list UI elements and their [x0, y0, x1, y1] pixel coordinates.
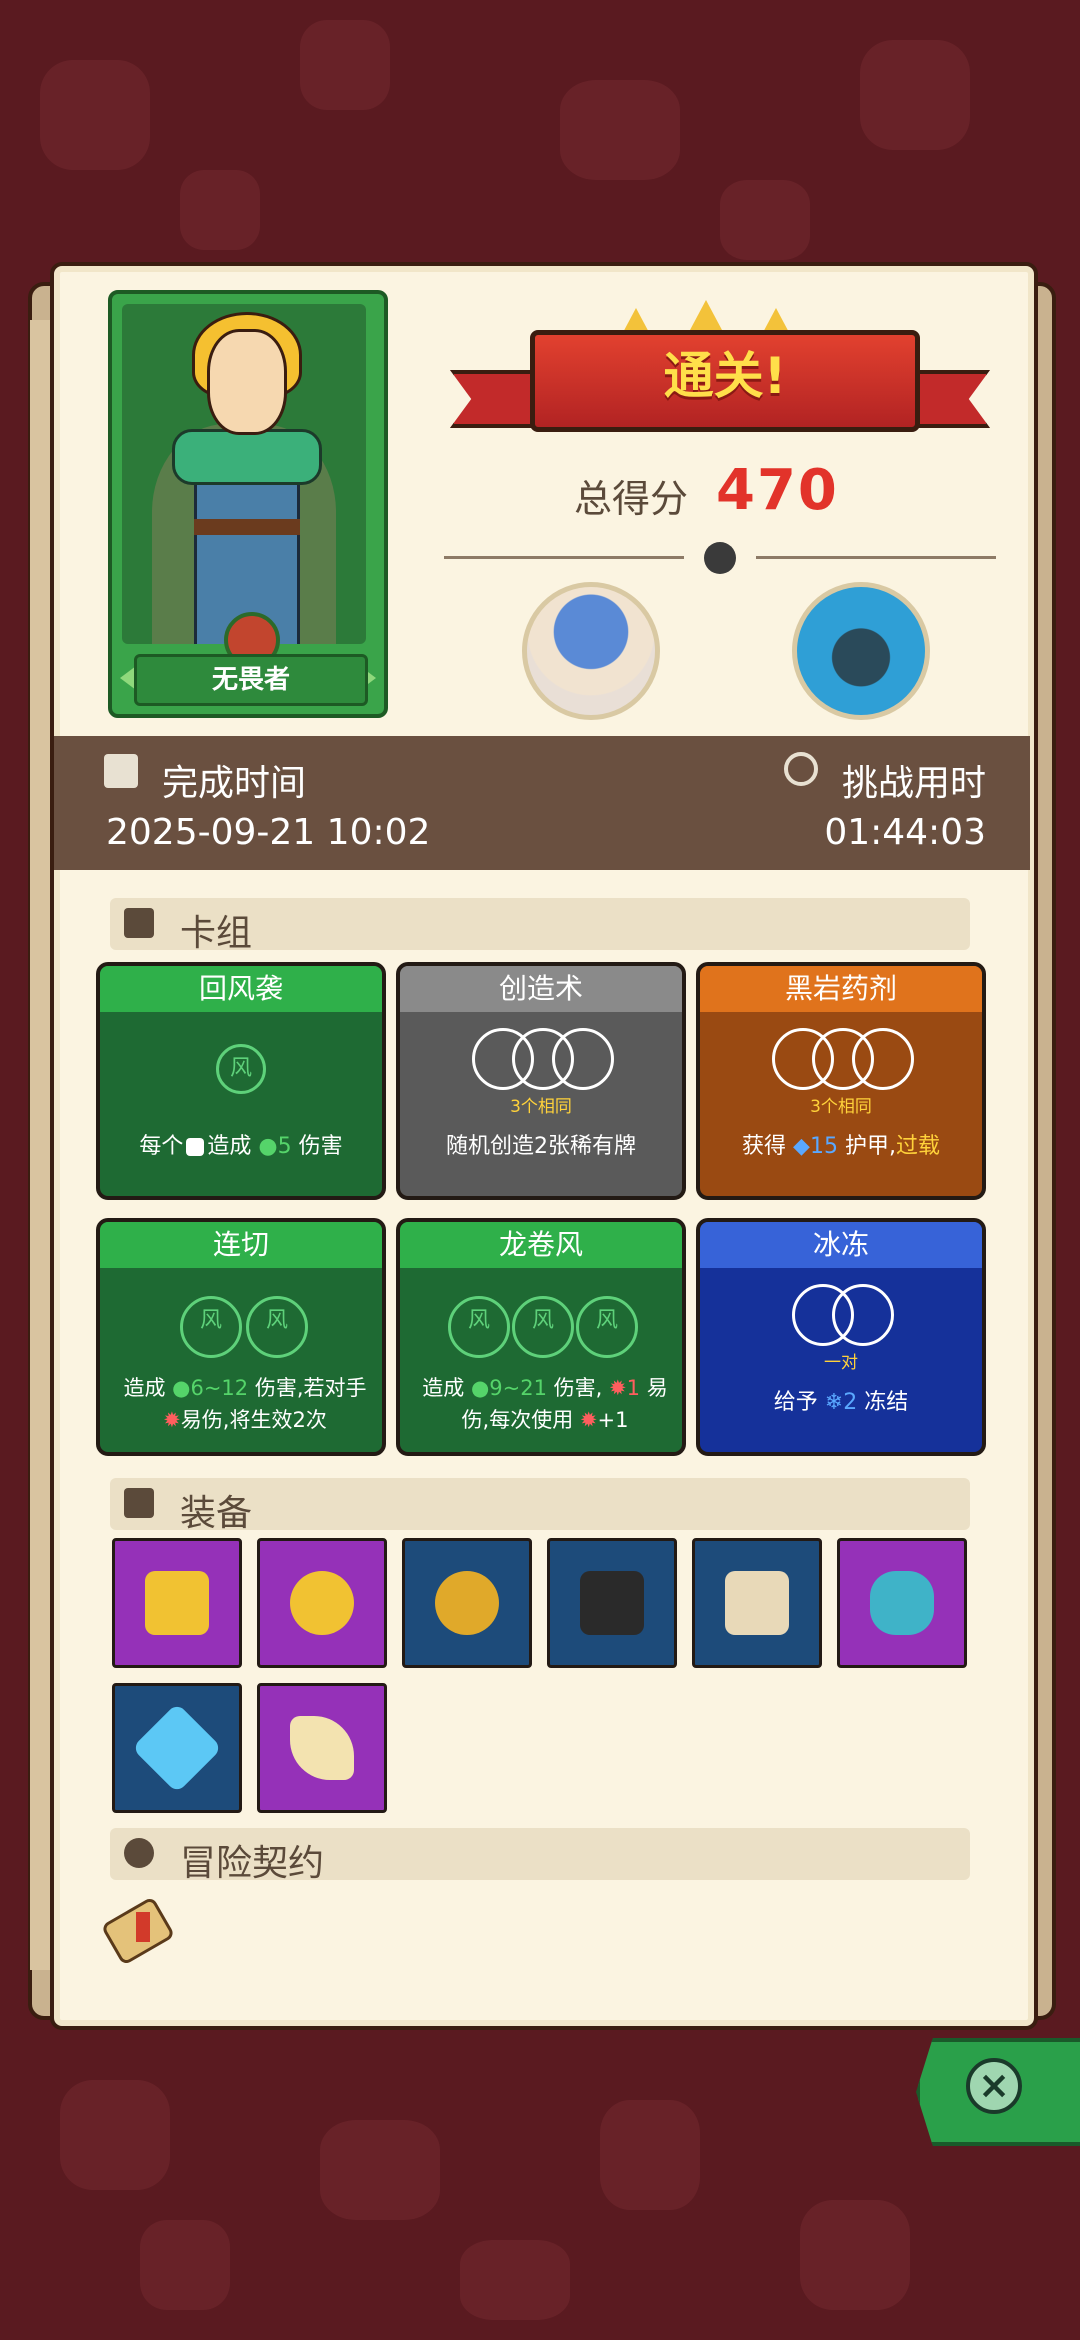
- section-deck-title: 卡组: [180, 913, 253, 954]
- slot-ring-icon: [832, 1284, 894, 1346]
- card-title: 黑岩药剂: [700, 966, 982, 1012]
- card-desc: 造成 ●9~21 伤害, ✹1 易 伤,每次使用 ✹+1: [422, 1376, 668, 1432]
- info-strip: 完成时间 2025-09-21 10:02 挑战用时 01:44:03: [54, 736, 1030, 870]
- hero-card[interactable]: 无畏者: [108, 290, 388, 718]
- calendar-icon: [104, 754, 138, 788]
- score-value: 470: [716, 458, 839, 523]
- card-chuangzaoshu[interactable]: 创造术 3个相同 随机创造2张稀有牌: [396, 962, 686, 1200]
- card-title: 冰冻: [700, 1222, 982, 1268]
- section-contract-title: 冒险契约: [180, 1843, 325, 1884]
- hero-name: 无畏者: [134, 654, 368, 706]
- card-title: 龙卷风: [400, 1222, 682, 1268]
- wind-rune-icon: [576, 1296, 638, 1358]
- scroll-icon[interactable]: [692, 1538, 822, 1668]
- section-deck: 卡组: [110, 898, 970, 954]
- skull-icon: [704, 542, 736, 574]
- card-desc: 获得 ◆15 护甲,过载: [742, 1134, 940, 1159]
- wind-rune-icon: [246, 1296, 308, 1358]
- contract-icon: [124, 1838, 154, 1868]
- boss-portrait-crowned-spider[interactable]: [792, 582, 930, 720]
- card-bingdong[interactable]: 冰冻 一对 给予 ❄2 冻结: [696, 1218, 986, 1456]
- gold-bars-icon[interactable]: [112, 1538, 242, 1668]
- slot-ring-icon: [852, 1028, 914, 1090]
- card-desc: 造成 ●6~12 伤害,若对手 ✹易伤,将生效2次: [123, 1376, 367, 1432]
- section-contract: 冒险契约: [110, 1828, 970, 1884]
- card-requirement: 3个相同: [810, 1097, 872, 1117]
- challenge-time-value: 01:44:03: [824, 812, 986, 853]
- magic-hat-dice-icon[interactable]: [547, 1538, 677, 1668]
- card-desc: 给予 ❄2 冻结: [773, 1390, 909, 1415]
- divider-left: [444, 556, 684, 559]
- finish-time-label: 完成时间: [162, 763, 307, 804]
- boss-portrait-mushroom-wizard[interactable]: [522, 582, 660, 720]
- section-equipment: 装备: [110, 1478, 970, 1534]
- card-requirement: 3个相同: [510, 1097, 572, 1117]
- fangs-icon[interactable]: [257, 1683, 387, 1813]
- hero-portrait: [122, 304, 366, 644]
- cards-icon: [124, 908, 154, 938]
- card-title: 连切: [100, 1222, 382, 1268]
- score-label: 总得分: [574, 477, 689, 521]
- banner-text: 通关!: [663, 347, 787, 405]
- wind-rune-icon: [448, 1296, 510, 1358]
- blue-crystal-icon[interactable]: [112, 1683, 242, 1813]
- card-desc: 每个 造成 ●5 伤害: [139, 1134, 343, 1159]
- divider-right: [756, 556, 996, 559]
- card-requirement: 一对: [824, 1353, 858, 1373]
- card-huifengxi[interactable]: 回风袭 每个造成 ●5 伤害: [96, 962, 386, 1200]
- card-lianqie[interactable]: 连切 造成 ●6~12 伤害,若对手 ✹易伤,将生效2次: [96, 1218, 386, 1456]
- card-desc: 随机创造2张稀有牌: [446, 1134, 636, 1159]
- card-title: 回风袭: [100, 966, 382, 1012]
- wind-token-icon: [186, 1138, 205, 1156]
- card-longjuanfeng[interactable]: 龙卷风 造成 ●9~21 伤害, ✹1 易 伤,每次使用 ✹+1: [396, 1218, 686, 1456]
- slot-ring-icon: [552, 1028, 614, 1090]
- dragon-shield-icon[interactable]: [837, 1538, 967, 1668]
- wind-rune-icon: [180, 1296, 242, 1358]
- wind-rune-icon: [216, 1044, 266, 1094]
- card-heiyanyaoji[interactable]: 黑岩药剂 3个相同 获得 ◆15 护甲,过载: [696, 962, 986, 1200]
- card-title: 创造术: [400, 966, 682, 1012]
- challenge-time-label: 挑战用时: [841, 763, 986, 804]
- box-icon: [124, 1488, 154, 1518]
- moon-star-icon[interactable]: [257, 1538, 387, 1668]
- victory-banner: 通关!: [450, 300, 990, 450]
- wind-rune-icon: [512, 1296, 574, 1358]
- finish-time-value: 2025-09-21 10:02: [106, 812, 431, 853]
- gold-ring-icon[interactable]: [402, 1538, 532, 1668]
- close-icon[interactable]: ×: [966, 2058, 1022, 2114]
- contract-scroll-icon[interactable]: [100, 1888, 176, 1968]
- section-equipment-title: 装备: [180, 1493, 253, 1534]
- stopwatch-icon: [784, 752, 818, 786]
